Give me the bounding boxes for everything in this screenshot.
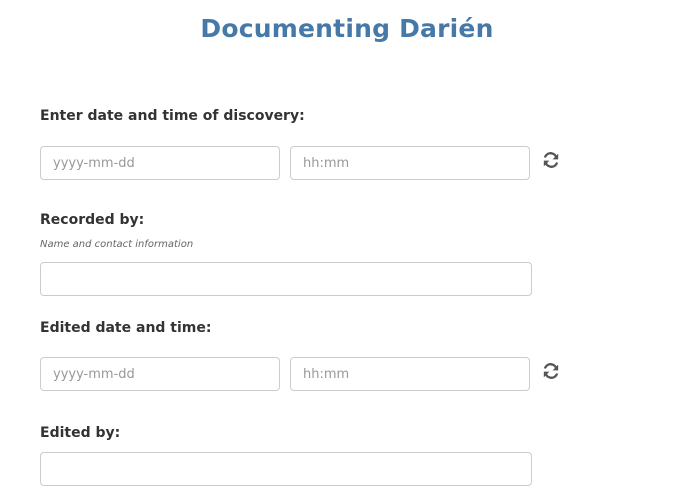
refresh-icon[interactable] — [541, 150, 561, 170]
edited-by-label: Edited by: — [40, 425, 121, 441]
refresh-icon[interactable] — [541, 361, 561, 381]
recorded-by-input[interactable] — [40, 262, 532, 296]
discovery-time-input[interactable] — [290, 146, 530, 180]
recorded-by-hint: Name and contact information — [40, 239, 194, 250]
edited-date-input[interactable] — [40, 357, 280, 391]
edited-by-input[interactable] — [40, 452, 532, 486]
documenting-form-page: Documenting Darién Enter date and time o… — [0, 0, 690, 500]
discovery-datetime-label: Enter date and time of discovery: — [40, 108, 305, 124]
edited-datetime-label: Edited date and time: — [40, 320, 212, 336]
discovery-date-input[interactable] — [40, 146, 280, 180]
edited-time-input[interactable] — [290, 357, 530, 391]
page-title: Documenting Darién — [200, 14, 494, 43]
recorded-by-label: Recorded by: — [40, 212, 145, 228]
